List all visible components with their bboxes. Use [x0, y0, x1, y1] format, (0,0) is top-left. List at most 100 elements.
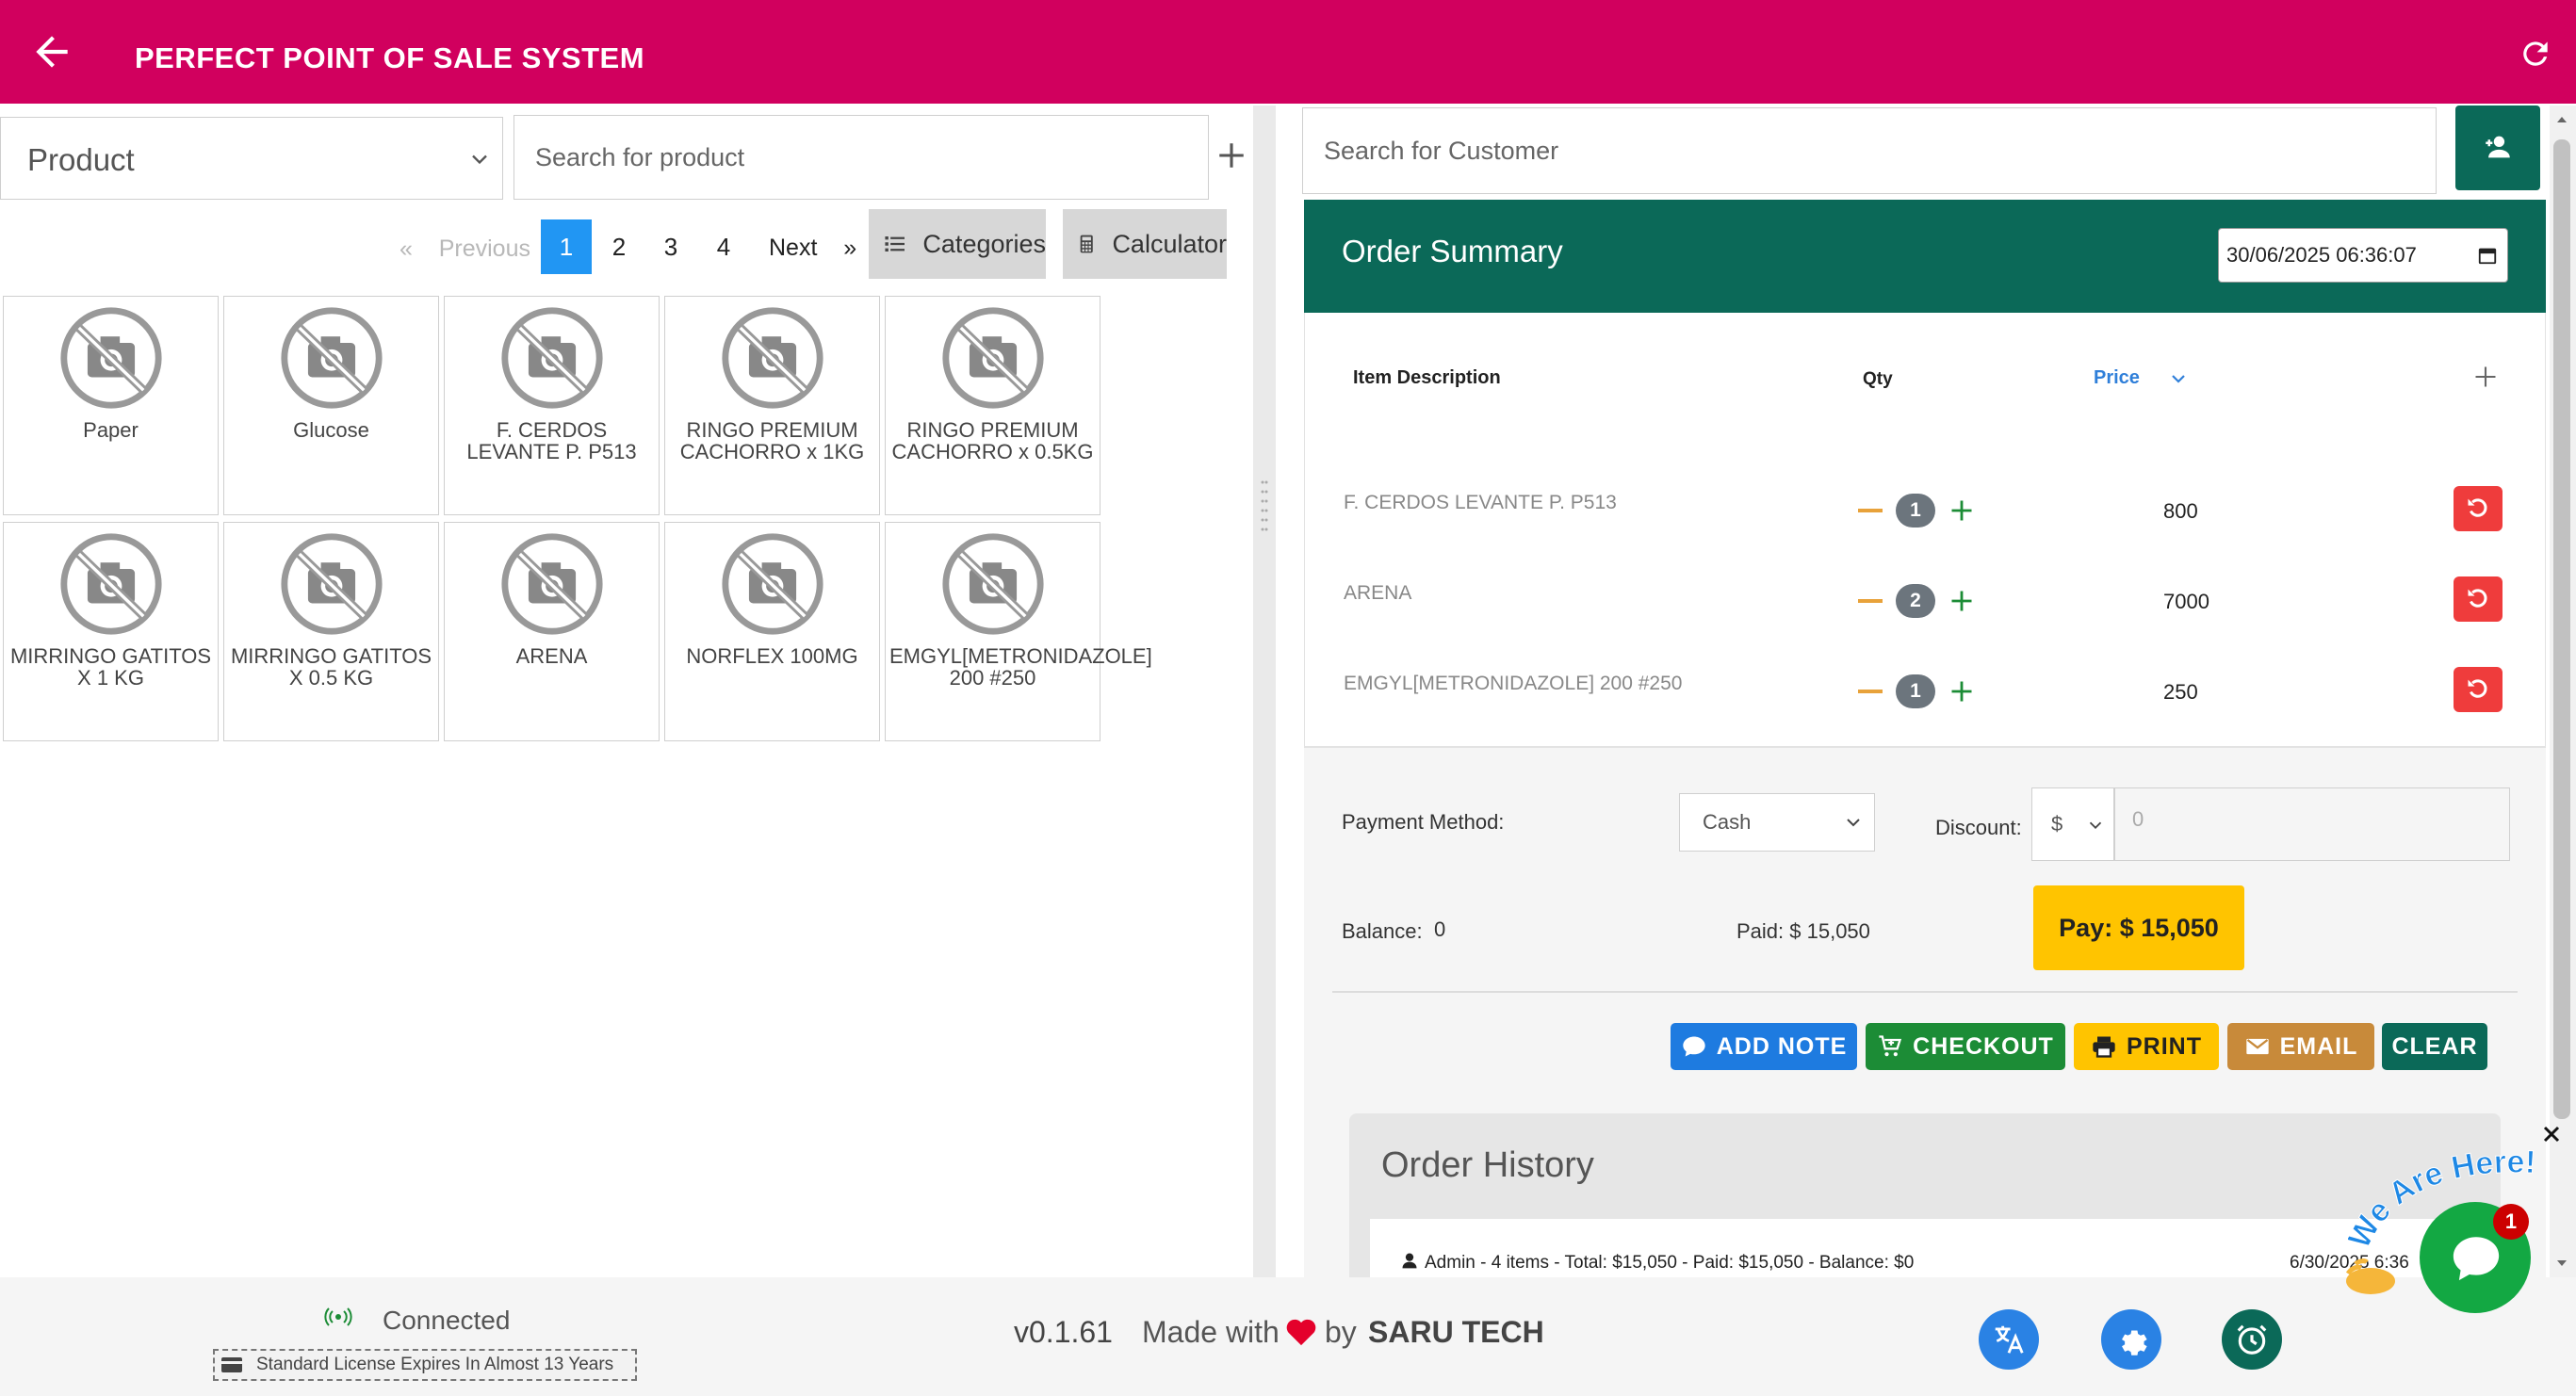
qty-increase-icon[interactable] — [1948, 497, 1975, 524]
calculator-icon — [1080, 235, 1093, 253]
add-product-icon[interactable] — [1215, 139, 1247, 171]
page-4-button[interactable]: 4 — [698, 219, 749, 274]
order-line-name: EMGYL[METRONIDAZOLE] 200 #250 — [1344, 673, 1683, 694]
categories-button[interactable]: Categories — [869, 209, 1046, 279]
no-image-icon — [939, 530, 1047, 638]
product-category-value: Product — [27, 142, 135, 177]
calculator-label: Calculator — [1112, 229, 1227, 258]
scrollbar-thumb[interactable] — [2553, 139, 2570, 1119]
chevron-down-icon — [1847, 819, 1860, 827]
column-item-description: Item Description — [1353, 367, 1501, 388]
qty-decrease-button[interactable] — [1858, 690, 1883, 693]
undo-icon — [2468, 588, 2487, 608]
product-card[interactable]: MIRRINGO GATITOS X 0.5 KG — [223, 522, 439, 741]
license-text: Standard License Expires In Almost 13 Ye… — [256, 1355, 614, 1374]
discount-label: Discount: — [1935, 816, 2022, 839]
order-datetime-value: 30/06/2025 06:36:07 — [2226, 243, 2417, 267]
balance-value: 0 — [1434, 917, 1446, 941]
product-card[interactable]: MIRRINGO GATITOS X 1 KG — [3, 522, 219, 741]
alarm-button[interactable] — [2222, 1309, 2282, 1370]
no-image-icon — [498, 304, 606, 412]
drag-handle-icon[interactable] — [1261, 479, 1268, 539]
qty-decrease-button[interactable] — [1858, 599, 1883, 603]
chevron-down-icon — [472, 154, 487, 165]
calendar-icon[interactable] — [2477, 245, 2498, 266]
chevron-down-icon[interactable] — [2167, 367, 2190, 390]
alarm-clock-icon — [2237, 1324, 2267, 1355]
settings-button[interactable] — [2101, 1309, 2161, 1370]
customer-search-input[interactable] — [1302, 107, 2437, 194]
close-icon[interactable] — [2540, 1123, 2563, 1145]
qty-increase-icon[interactable] — [1948, 588, 1975, 614]
no-image-icon — [719, 530, 826, 638]
add-customer-button[interactable] — [2455, 106, 2540, 190]
add-note-button[interactable]: ADD NOTE — [1671, 1023, 1857, 1070]
product-name: NORFLEX 100MG — [686, 644, 858, 668]
order-summary-header: Order Summary 30/06/2025 06:36:07 — [1304, 200, 2546, 313]
product-card[interactable]: EMGYL[METRONIDAZOLE] 200 #250 — [885, 522, 1152, 741]
page-3-button[interactable]: 3 — [645, 219, 696, 274]
app-version: v0.1.61 — [1014, 1315, 1113, 1349]
product-card[interactable]: F. CERDOS LEVANTE P. P513 — [444, 296, 660, 515]
scroll-up-icon[interactable] — [2553, 111, 2570, 128]
discount-input[interactable]: 0 — [2114, 787, 2510, 861]
order-line-price: 800 — [2163, 499, 2198, 523]
by-text: by — [1325, 1315, 1357, 1349]
refresh-icon[interactable] — [2518, 36, 2553, 72]
remove-line-button[interactable] — [2454, 576, 2503, 622]
checkout-button[interactable]: CHECKOUT — [1866, 1023, 2065, 1070]
connection-status: Connected — [383, 1306, 511, 1335]
remove-line-button[interactable] — [2454, 667, 2503, 712]
product-card[interactable]: RINGO PREMIUM CACHORRO x 1KG — [664, 296, 880, 515]
page-2-button[interactable]: 2 — [594, 219, 644, 274]
cart-icon — [1879, 1035, 1902, 1057]
add-line-icon[interactable] — [2472, 364, 2499, 390]
product-card[interactable]: Paper — [3, 296, 219, 515]
column-qty: Qty — [1863, 369, 1893, 389]
app-header: PERFECT POINT OF SALE SYSTEM — [0, 0, 2576, 104]
product-category-select[interactable]: Product — [0, 117, 503, 200]
print-button[interactable]: PRINT — [2074, 1023, 2219, 1070]
calculator-button[interactable]: Calculator — [1063, 209, 1227, 279]
qty-decrease-button[interactable] — [1858, 509, 1883, 512]
discount-type-value: $ — [2051, 812, 2063, 836]
payment-method-label: Payment Method: — [1342, 810, 1505, 834]
language-button[interactable] — [1979, 1309, 2039, 1370]
discount-type-select[interactable]: $ — [2031, 787, 2114, 861]
panel-splitter[interactable] — [1253, 106, 1276, 1277]
remove-line-button[interactable] — [2454, 486, 2503, 531]
product-card[interactable]: Glucose — [223, 296, 439, 515]
chat-notification-badge: 1 — [2493, 1204, 2529, 1240]
categories-label: Categories — [922, 229, 1046, 258]
product-name: EMGYL[METRONIDAZOLE] 200 #250 — [889, 644, 1152, 690]
heart-icon — [1286, 1319, 1316, 1346]
email-button[interactable]: EMAIL — [2227, 1023, 2374, 1070]
order-summary-title: Order Summary — [1342, 234, 1563, 268]
payment-method-select[interactable]: Cash — [1679, 793, 1875, 852]
back-arrow-icon[interactable] — [28, 28, 75, 75]
paid-amount: Paid: $ 15,050 — [1736, 919, 1870, 943]
divider — [1332, 991, 2518, 993]
qty-value-badge: 1 — [1896, 494, 1935, 528]
column-price[interactable]: Price — [2094, 367, 2140, 389]
page-1-button[interactable]: 1 — [541, 219, 592, 274]
printer-icon — [2093, 1036, 2115, 1058]
product-card[interactable]: RINGO PREMIUM CACHORRO x 0.5KG — [885, 296, 1101, 515]
product-name: Paper — [83, 418, 139, 442]
no-image-icon — [57, 304, 165, 412]
made-with-text: Made with — [1142, 1315, 1280, 1349]
order-datetime-input[interactable]: 30/06/2025 06:36:07 — [2218, 228, 2508, 283]
product-card[interactable]: NORFLEX 100MG — [664, 522, 880, 741]
undo-icon — [2468, 678, 2487, 698]
gear-icon — [2122, 1330, 2147, 1355]
add-user-icon — [2486, 136, 2510, 157]
product-card[interactable]: ARENA — [444, 522, 660, 741]
qty-increase-icon[interactable] — [1948, 678, 1975, 705]
pay-button[interactable]: Pay: $ 15,050 — [2033, 885, 2244, 970]
product-search-input[interactable] — [514, 115, 1209, 200]
product-name: MIRRINGO GATITOS X 0.5 KG — [230, 644, 432, 690]
pagination-next[interactable]: Next » — [769, 235, 856, 262]
clear-button[interactable]: CLEAR — [2382, 1023, 2487, 1070]
pagination-previous[interactable]: « Previous — [399, 235, 530, 263]
no-image-icon — [278, 304, 385, 412]
